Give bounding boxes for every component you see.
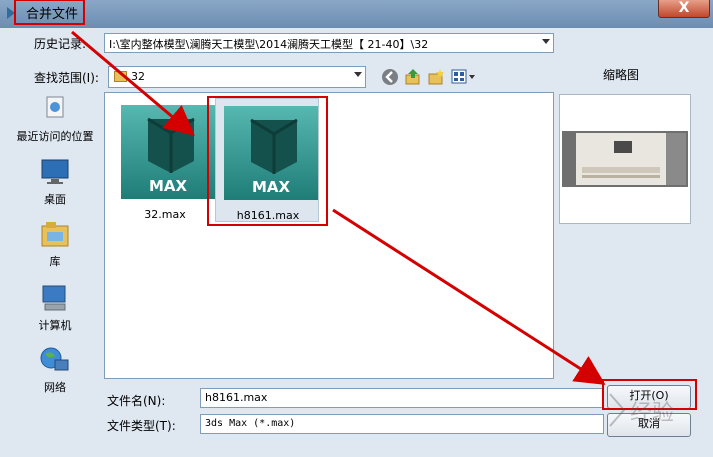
history-label: 历史记录: — [34, 37, 87, 51]
max-file-icon: MAX — [121, 105, 215, 199]
place-network[interactable]: 网络 — [8, 346, 102, 395]
selected-file-annotation-box — [207, 96, 328, 226]
computer-icon — [42, 285, 66, 311]
place-label: 桌面 — [44, 193, 66, 206]
history-combobox[interactable]: I:\室内整体模型\澜腾天工模型\2014澜腾天工模型【 21-40】\32 — [104, 33, 554, 53]
file-name: 32.max — [144, 208, 186, 221]
title-annotation-box — [14, 0, 85, 25]
title-bar: 合并文件 X — [0, 0, 713, 28]
chevron-down-icon[interactable] — [354, 72, 362, 77]
file-list[interactable]: MAX 32.max MAX h8161.max — [104, 92, 554, 379]
watermark-logo: 经验 — [609, 393, 674, 427]
place-libraries[interactable]: 库 — [8, 220, 102, 269]
thumbnail-panel — [559, 94, 691, 224]
thumbnail-label: 缩略图 — [603, 68, 640, 82]
place-label: 计算机 — [38, 319, 72, 332]
close-button[interactable]: X — [658, 0, 710, 18]
filename-label: 文件名(N): — [107, 394, 166, 408]
file-item[interactable]: MAX 32.max — [113, 98, 217, 222]
place-label: 网络 — [44, 381, 66, 394]
max-badge: MAX — [149, 177, 188, 195]
lookin-label: 查找范围(I): — [34, 71, 99, 85]
svg-text:经验: 经验 — [630, 401, 674, 426]
folder-icon — [114, 71, 127, 82]
lookin-value: 32 — [131, 70, 145, 83]
place-label: 库 — [49, 255, 61, 268]
views-menu-icon[interactable] — [451, 68, 477, 86]
place-computer[interactable]: 计算机 — [8, 284, 102, 333]
lookin-combobox[interactable]: 32 — [108, 66, 366, 88]
filetype-value: 3ds Max (*.max) — [205, 418, 296, 429]
network-icon — [40, 347, 69, 371]
recent-places-icon — [46, 96, 64, 118]
filetype-label: 文件类型(T): — [107, 419, 176, 433]
history-value: I:\室内整体模型\澜腾天工模型\2014澜腾天工模型【 21-40】\32 — [109, 38, 429, 51]
place-label: 最近访问的位置 — [16, 130, 94, 143]
back-icon[interactable] — [381, 68, 399, 86]
chevron-down-icon[interactable] — [542, 39, 550, 44]
up-folder-icon[interactable] — [404, 68, 422, 86]
filename-field[interactable]: h8161.max — [200, 388, 604, 408]
places-bar: 最近访问的位置 桌面 库 计算机 网络 — [8, 90, 102, 408]
filename-value: h8161.max — [205, 391, 268, 404]
thumbnail-image — [562, 131, 688, 187]
filetype-select[interactable]: 3ds Max (*.max) — [200, 414, 604, 434]
libraries-icon — [41, 222, 69, 247]
place-desktop[interactable]: 桌面 — [8, 158, 102, 207]
desktop-icon — [41, 159, 69, 184]
new-folder-icon[interactable] — [427, 68, 445, 86]
place-recent[interactable]: 最近访问的位置 — [8, 95, 102, 144]
